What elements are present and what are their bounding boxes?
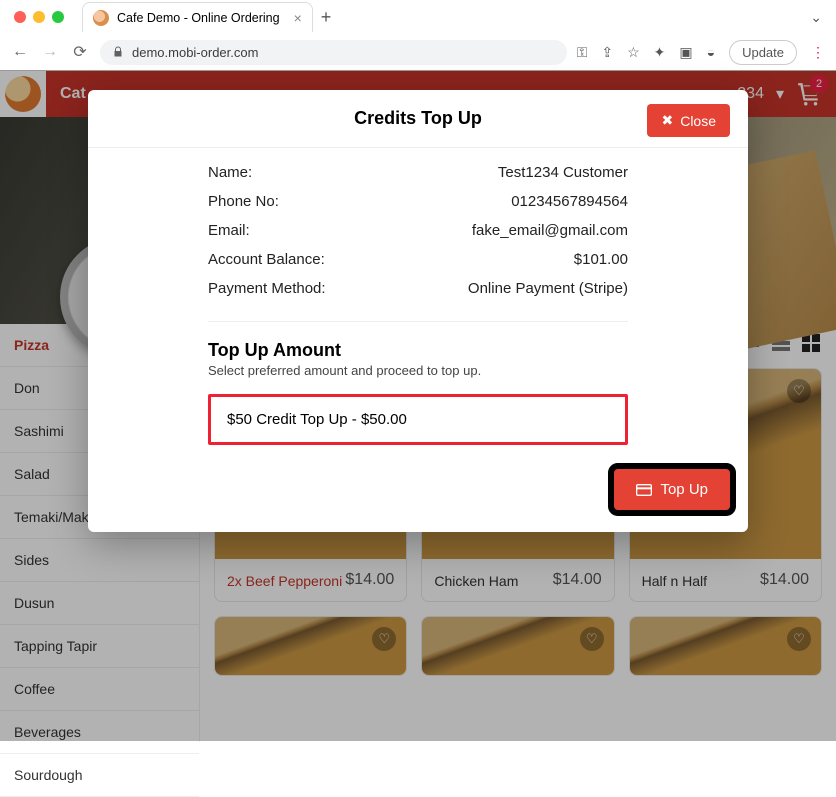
credits-topup-modal: Credits Top Up ✖ Close Name: Test1234 Cu…	[88, 90, 748, 532]
topup-label: Top Up	[660, 481, 708, 498]
close-icon: ✖	[661, 112, 673, 129]
value: 01234567894564	[511, 193, 628, 210]
url-text: demo.mobi-order.com	[132, 45, 258, 60]
tab-close-icon[interactable]: ×	[294, 10, 302, 26]
tab-strip: Cafe Demo - Online Ordering × + ⌄	[0, 0, 836, 34]
close-button[interactable]: ✖ Close	[647, 104, 730, 137]
label: Account Balance:	[208, 251, 325, 268]
favicon-icon	[93, 10, 109, 26]
forward-button: →	[40, 43, 60, 61]
update-button[interactable]: Update	[729, 40, 797, 65]
amount-select[interactable]: $50 Credit Top Up - $50.00	[208, 394, 628, 445]
window-min-icon[interactable]	[33, 11, 45, 23]
section-subtitle: Select preferred amount and proceed to t…	[208, 363, 628, 378]
label: Name:	[208, 164, 252, 181]
value: $101.00	[574, 251, 628, 268]
window-controls	[14, 11, 64, 23]
info-row-phone: Phone No: 01234567894564	[208, 187, 628, 216]
profile-icon[interactable]: ◒	[707, 44, 715, 60]
value: Test1234 Customer	[498, 164, 628, 181]
browser-toolbar: ← → ⟳ demo.mobi-order.com ⚿ ⇪ ☆ ✦ ▣ ◒ Up…	[0, 34, 836, 70]
star-icon[interactable]: ☆	[627, 44, 640, 61]
info-row-balance: Account Balance: $101.00	[208, 245, 628, 274]
new-tab-button[interactable]: +	[321, 7, 332, 28]
panel-icon[interactable]: ▣	[679, 44, 692, 61]
modal-header: Credits Top Up ✖ Close	[88, 90, 748, 148]
divider	[208, 321, 628, 322]
info-row-email: Email: fake_email@gmail.com	[208, 216, 628, 245]
label: Payment Method:	[208, 280, 326, 297]
toolbar-right: ⚿ ⇪ ☆ ✦ ▣ ◒ Update ⋮	[577, 40, 826, 65]
section-title: Top Up Amount	[208, 340, 628, 361]
browser-chrome: Cafe Demo - Online Ordering × + ⌄ ← → ⟳ …	[0, 0, 836, 71]
label: Email:	[208, 222, 250, 239]
topup-button[interactable]: Top Up	[614, 469, 730, 510]
share-icon[interactable]: ⇪	[601, 44, 613, 61]
reload-button[interactable]: ⟳	[70, 42, 90, 62]
card-icon	[636, 483, 652, 497]
menu-icon[interactable]: ⋮	[811, 44, 826, 61]
tab-title: Cafe Demo - Online Ordering	[117, 11, 280, 25]
close-label: Close	[680, 113, 716, 129]
back-button[interactable]: ←	[10, 43, 30, 61]
info-row-method: Payment Method: Online Payment (Stripe)	[208, 274, 628, 303]
window-max-icon[interactable]	[52, 11, 64, 23]
window-close-icon[interactable]	[14, 11, 26, 23]
browser-tab[interactable]: Cafe Demo - Online Ordering ×	[82, 2, 313, 32]
extensions-icon[interactable]: ✦	[654, 44, 666, 61]
label: Phone No:	[208, 193, 279, 210]
sidebar-item-sourdough[interactable]: Sourdough	[0, 754, 199, 797]
tabs-overflow-icon[interactable]: ⌄	[810, 9, 822, 26]
modal-title: Credits Top Up	[354, 108, 482, 129]
info-row-name: Name: Test1234 Customer	[208, 158, 628, 187]
address-bar[interactable]: demo.mobi-order.com	[100, 40, 567, 65]
lock-icon	[112, 46, 124, 58]
modal-overlay[interactable]: Credits Top Up ✖ Close Name: Test1234 Cu…	[0, 70, 836, 741]
value: Online Payment (Stripe)	[468, 280, 628, 297]
value: fake_email@gmail.com	[472, 222, 628, 239]
key-icon[interactable]: ⚿	[577, 44, 588, 61]
amount-selected: $50 Credit Top Up - $50.00	[227, 411, 407, 428]
